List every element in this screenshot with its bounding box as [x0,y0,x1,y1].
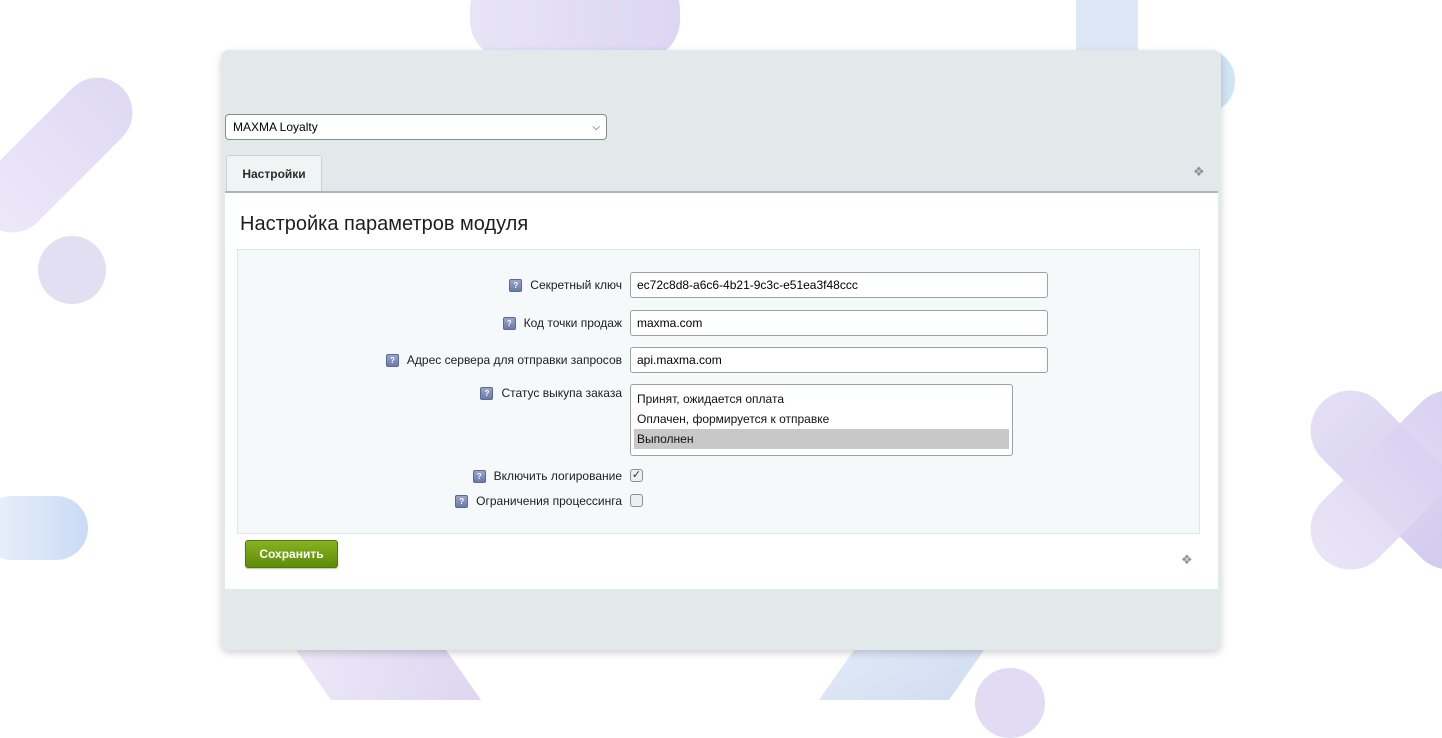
list-item[interactable]: Принят, ожидается оплата [634,389,1009,409]
bg-decoration [38,236,106,304]
help-icon[interactable]: ? [509,278,523,292]
tab-settings[interactable]: Настройки [226,155,322,192]
secret-key-value: ec72c8d8-a6c6-4b21-9c3c-e51ea3f48ccc [637,278,858,292]
settings-window: MAXMA Loyalty ⌵ Настройки ❖ Настройка па… [221,50,1221,650]
order-status-label-text: Статус выкупа заказа [501,386,622,400]
enable-logging-label: ? Включить логирование [472,469,622,483]
help-icon[interactable]: ? [480,386,494,400]
server-address-value: api.maxma.com [637,353,722,367]
settings-form: ? Секретный ключ ec72c8d8-a6c6-4b21-9c3c… [237,249,1200,534]
save-button[interactable]: Сохранить [245,540,338,568]
order-status-label: ? Статус выкупа заказа [480,386,622,400]
processing-limits-checkbox[interactable] [630,494,643,507]
processing-limits-label-text: Ограничения процессинга [476,494,622,508]
module-select[interactable]: MAXMA Loyalty ⌵ [225,114,607,140]
server-address-input[interactable]: api.maxma.com [630,347,1048,373]
bg-decoration [1293,373,1442,587]
settings-panel: Настройка параметров модуля ? Секретный … [225,191,1218,589]
help-icon[interactable]: ? [472,469,486,483]
bg-decoration [0,496,88,560]
bg-decoration [975,668,1045,738]
secret-key-label: ? Секретный ключ [509,278,622,292]
pos-code-label-text: Код точки продаж [523,316,622,330]
help-icon[interactable]: ? [385,353,399,367]
enable-logging-label-text: Включить логирование [493,469,622,483]
order-status-listbox[interactable]: Принят, ожидается оплата Оплачен, формир… [630,384,1013,456]
processing-limits-label: ? Ограничения процессинга [455,494,622,508]
pin-icon[interactable]: ❖ [1181,552,1193,568]
help-icon[interactable]: ? [502,316,516,330]
bg-decoration [1293,373,1442,587]
server-address-label-text: Адрес сервера для отправки запросов [406,353,622,367]
list-item[interactable]: Оплачен, формируется к отправке [634,409,1009,429]
tab-settings-label: Настройки [242,167,306,181]
pin-icon[interactable]: ❖ [1193,164,1205,180]
list-item-selected[interactable]: Выполнен [634,429,1009,449]
pos-code-value: maxma.com [637,316,703,330]
help-icon[interactable]: ? [455,494,469,508]
pos-code-label: ? Код точки продаж [502,316,622,330]
enable-logging-checkbox[interactable]: ✓ [630,469,643,482]
secret-key-label-text: Секретный ключ [530,278,622,292]
chevron-down-icon: ⌵ [592,121,600,133]
bg-decoration [0,63,147,247]
secret-key-input[interactable]: ec72c8d8-a6c6-4b21-9c3c-e51ea3f48ccc [630,272,1048,298]
pos-code-input[interactable]: maxma.com [630,310,1048,336]
page-title: Настройка параметров модуля [240,213,529,235]
server-address-label: ? Адрес сервера для отправки запросов [385,353,622,367]
module-select-value: MAXMA Loyalty [233,120,318,134]
